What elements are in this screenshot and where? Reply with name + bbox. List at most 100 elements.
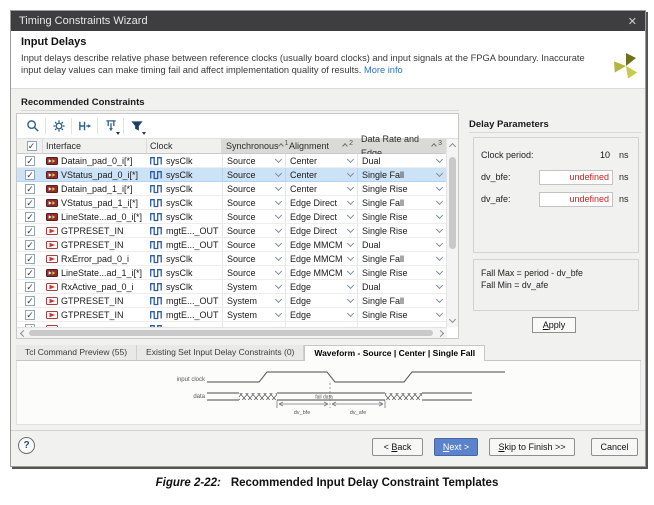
- select-all-checkbox[interactable]: ✓: [26, 141, 37, 151]
- row-checkbox[interactable]: ✓: [25, 281, 35, 292]
- chevron-down-icon: [274, 155, 283, 164]
- alignment-select[interactable]: Center: [285, 154, 357, 167]
- table-row[interactable]: ✓ LineState...ad_0_i[*] sysClk Source Ed…: [17, 210, 446, 224]
- fit-to-selection-icon[interactable]: [76, 118, 93, 135]
- vertical-scroll-thumb[interactable]: [449, 157, 456, 249]
- scroll-left-icon[interactable]: [19, 329, 28, 338]
- row-checkbox[interactable]: ✓: [25, 267, 35, 278]
- horizontal-scrollbar[interactable]: [17, 327, 447, 338]
- clock-name: sysClk: [166, 197, 193, 208]
- data-rate-select[interactable]: Single Rise: [357, 266, 446, 279]
- table-row[interactable]: ✓ GTPRESET_IN mgtE..._OUT Source Edge Di…: [17, 224, 446, 238]
- alignment-select[interactable]: Edge: [285, 280, 357, 293]
- synchronous-select[interactable]: Source: [222, 252, 285, 265]
- horizontal-scroll-thumb[interactable]: [29, 330, 433, 336]
- row-checkbox[interactable]: ✓: [25, 225, 35, 236]
- alignment-select[interactable]: Edge Direct: [285, 196, 357, 209]
- clock-icon: [150, 156, 163, 166]
- row-checkbox[interactable]: ✓: [25, 197, 35, 208]
- alignment-select[interactable]: Edge MMCM: [285, 266, 357, 279]
- synchronous-select[interactable]: Source: [222, 196, 285, 209]
- cancel-button[interactable]: Cancel: [591, 438, 638, 456]
- next-button[interactable]: Next >: [434, 438, 478, 456]
- table-row[interactable]: ✓ Datain_pad_0_i[*] sysClk Source Center…: [17, 154, 446, 168]
- synchronous-select[interactable]: Source: [222, 154, 285, 167]
- skip-to-finish-button[interactable]: Skip to Finish >>: [489, 438, 575, 456]
- table-row[interactable]: ✓ LineState...ad_1_i[*] sysClk Source Ed…: [17, 266, 446, 280]
- dv-afe-input[interactable]: [539, 191, 613, 207]
- alignment-select[interactable]: Edge Direct: [285, 210, 357, 223]
- table-row[interactable]: ✓ VStatus_pad_1_i[*] sysClk Source Edge …: [17, 196, 446, 210]
- window-titlebar[interactable]: Timing Constraints Wizard ✕: [11, 11, 645, 31]
- column-header-clock[interactable]: Clock: [147, 139, 222, 154]
- settings-icon[interactable]: [50, 118, 67, 135]
- data-rate-select[interactable]: Single Rise: [357, 224, 446, 237]
- column-header-alignment[interactable]: Alignment 2: [285, 139, 357, 154]
- data-rate-select[interactable]: Single Rise: [357, 308, 446, 321]
- synchronous-select[interactable]: Source: [222, 224, 285, 237]
- synchronous-select[interactable]: Source: [222, 266, 285, 279]
- chevron-down-icon: [274, 211, 283, 220]
- scroll-down-icon[interactable]: [448, 315, 457, 324]
- synchronous-select[interactable]: System: [222, 280, 285, 293]
- table-row[interactable]: ✓ RxActive_pad_0_i sysClk System Edge Du…: [17, 280, 446, 294]
- table-row[interactable]: ✓ Datain_pad_1_i[*] sysClk Source Center…: [17, 182, 446, 196]
- table-row[interactable]: ✓ VStatus_pad_0_i[*] sysClk Source Cente…: [17, 168, 446, 182]
- bus-port-icon: [46, 268, 58, 278]
- data-rate-select[interactable]: Dual: [357, 238, 446, 251]
- table-row[interactable]: ✓ GTPRESET_IN mgtE..._OUT System Edge Si…: [17, 308, 446, 322]
- back-button[interactable]: < Back: [372, 438, 423, 456]
- apply-button[interactable]: Apply: [532, 317, 576, 333]
- column-header-data-rate[interactable]: Data Rate and Edge 3: [357, 134, 446, 158]
- data-rate-select[interactable]: Single Fall: [357, 168, 446, 181]
- data-rate-select[interactable]: Single Rise: [357, 210, 446, 223]
- row-checkbox[interactable]: ✓: [25, 211, 35, 222]
- row-checkbox[interactable]: ✓: [25, 253, 35, 264]
- alignment-select[interactable]: Edge: [285, 308, 357, 321]
- bus-port-icon: [46, 198, 58, 208]
- synchronous-select[interactable]: System: [222, 308, 285, 321]
- table-row[interactable]: ✓ GTPRESET_IN mgtE..._OUT System Edge Si…: [17, 294, 446, 308]
- data-rate-select[interactable]: Dual: [357, 154, 446, 167]
- help-button[interactable]: ?: [18, 437, 35, 454]
- tab-waveform[interactable]: Waveform - Source | Center | Single Fall: [304, 345, 486, 361]
- column-header-interface[interactable]: Interface: [43, 139, 147, 154]
- data-rate-select[interactable]: Single Fall: [357, 196, 446, 209]
- synchronous-select[interactable]: Source: [222, 210, 285, 223]
- data-rate-select[interactable]: Single Fall: [357, 294, 446, 307]
- vertical-scrollbar[interactable]: [446, 139, 458, 327]
- alignment-select[interactable]: Edge: [285, 294, 357, 307]
- data-rate-select[interactable]: Single Rise: [357, 182, 446, 195]
- row-checkbox[interactable]: ✓: [25, 183, 35, 194]
- group-options-icon[interactable]: [102, 118, 120, 135]
- alignment-select[interactable]: Edge MMCM: [285, 252, 357, 265]
- dv-bfe-input[interactable]: [539, 169, 613, 185]
- search-icon[interactable]: [24, 118, 41, 135]
- row-checkbox[interactable]: ✓: [25, 239, 35, 250]
- row-checkbox[interactable]: ✓: [25, 295, 35, 306]
- table-row[interactable]: ✓ GTPRESET_IN mgtE..._OUT Source Edge MM…: [17, 238, 446, 252]
- scroll-right-icon[interactable]: [436, 329, 445, 338]
- column-header-synchronous[interactable]: Synchronous 1: [222, 139, 288, 154]
- tab-existing-constraints[interactable]: Existing Set Input Delay Constraints (0): [137, 345, 305, 360]
- data-rate-select[interactable]: Single Fall: [357, 252, 446, 265]
- table-row[interactable]: ✓ RxError_pad_0_i sysClk Source Edge MMC…: [17, 252, 446, 266]
- synchronous-select[interactable]: Source: [222, 238, 285, 251]
- data-rate-select[interactable]: Dual: [357, 280, 446, 293]
- row-checkbox[interactable]: ✓: [25, 169, 35, 180]
- row-checkbox[interactable]: ✓: [25, 309, 35, 320]
- close-icon[interactable]: ✕: [628, 15, 637, 28]
- alignment-select[interactable]: Center: [285, 168, 357, 181]
- row-checkbox[interactable]: ✓: [25, 155, 35, 166]
- page: Timing Constraints Wizard ✕ Input Delays…: [0, 0, 654, 505]
- alignment-select[interactable]: Edge Direct: [285, 224, 357, 237]
- more-info-link[interactable]: More info: [364, 65, 403, 75]
- synchronous-select[interactable]: System: [222, 294, 285, 307]
- filter-icon[interactable]: [128, 118, 146, 135]
- scroll-up-icon[interactable]: [448, 142, 457, 151]
- synchronous-select[interactable]: Source: [222, 168, 285, 181]
- tab-tcl-command-preview[interactable]: Tcl Command Preview (55): [16, 345, 138, 360]
- alignment-select[interactable]: Center: [285, 182, 357, 195]
- synchronous-select[interactable]: Source: [222, 182, 285, 195]
- alignment-select[interactable]: Edge MMCM: [285, 238, 357, 251]
